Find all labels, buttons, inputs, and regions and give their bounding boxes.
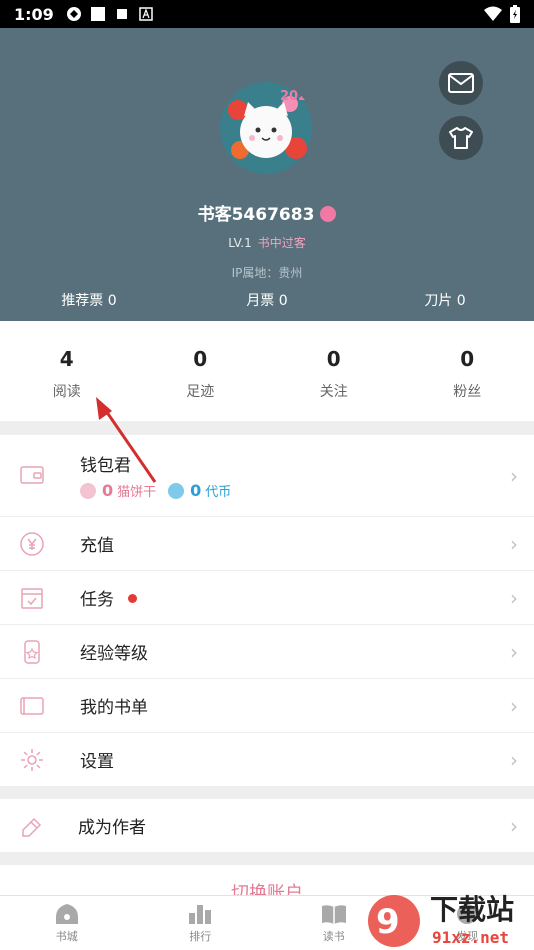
level-text: LV.1 xyxy=(228,236,252,250)
stat-label: 阅读 xyxy=(52,384,81,400)
cat-avatar-icon: 2025 xyxy=(220,82,314,174)
level-title: 书中过客 xyxy=(257,236,306,250)
ranking-icon xyxy=(189,904,212,924)
envelope-icon xyxy=(448,73,474,93)
gear-icon xyxy=(21,748,43,771)
chevron-right-icon: › xyxy=(510,463,518,488)
bookstore-icon xyxy=(55,903,78,924)
coin-icon xyxy=(168,482,185,499)
wallet-balances: 0 猫饼干 0 代币 xyxy=(80,481,231,500)
stats-bar: 4 阅读 0 足迹 0 关注 0 粉丝 xyxy=(0,321,534,421)
chevron-right-icon: › xyxy=(510,585,518,610)
my-booklist-label: 我的书单 xyxy=(80,698,148,718)
booklist-icon xyxy=(20,696,44,715)
square-notification-icon xyxy=(90,7,105,21)
chevron-right-icon: › xyxy=(510,693,518,718)
cat-cookie-label: 猫饼干 xyxy=(117,485,157,500)
wifi-icon xyxy=(484,6,502,21)
stat-value: 0 xyxy=(460,347,475,371)
stat-footprint[interactable]: 0 足迹 xyxy=(134,321,268,421)
menu-group-author: 成为作者 › xyxy=(0,799,534,853)
tasks-row[interactable]: 任务 › xyxy=(0,571,534,625)
task-calendar-icon xyxy=(21,587,43,609)
app-notification-icon xyxy=(66,7,81,21)
monthly-ticket[interactable]: 月票 0 xyxy=(178,290,356,310)
stat-label: 关注 xyxy=(319,384,348,400)
stat-value: 0 xyxy=(326,347,341,371)
wallet-icon xyxy=(20,466,44,484)
username-text: 书客5467683 xyxy=(197,205,315,225)
watermark-logo-icon: 9 下载站 91xz.net xyxy=(368,893,514,947)
tshirt-icon xyxy=(449,127,473,149)
female-icon xyxy=(320,206,337,222)
username: 书客5467683 xyxy=(0,200,534,225)
recharge-label: 充值 xyxy=(80,536,114,556)
medal-icon xyxy=(24,639,40,664)
chevron-right-icon: › xyxy=(510,639,518,664)
avatar[interactable]: 2025 xyxy=(218,80,314,176)
recommend-ticket[interactable]: 推荐票 0 xyxy=(0,290,178,310)
stat-fans[interactable]: 0 粉丝 xyxy=(401,321,534,421)
tab-label: 排行 xyxy=(189,929,212,943)
status-bar: 1:09 xyxy=(0,0,534,28)
chevron-right-icon: › xyxy=(510,531,518,556)
ticket-row: 推荐票 0 月票 0 刀片 0 xyxy=(0,290,534,310)
tasks-label: 任务 xyxy=(80,585,137,610)
become-author-row[interactable]: 成为作者 › xyxy=(0,799,534,853)
wallet-row[interactable]: 钱包君 0 猫饼干 0 代币 › xyxy=(0,435,534,517)
cat-cookie-value: 0 xyxy=(102,481,114,500)
exp-level-row[interactable]: 经验等级 › xyxy=(0,625,534,679)
wallet-title: 钱包君 xyxy=(80,456,131,476)
cat-cookie-icon xyxy=(80,482,96,499)
book-icon xyxy=(321,904,346,924)
tab-label: 书城 xyxy=(55,929,78,943)
recharge-row[interactable]: 充值 › xyxy=(0,517,534,571)
status-time: 1:09 xyxy=(14,4,54,24)
tab-label: 读书 xyxy=(322,929,345,943)
become-author-label: 成为作者 xyxy=(78,818,146,838)
menu-group-main: 钱包君 0 猫饼干 0 代币 › 充值 › 任务 › 经验等级 › 我的书单 ›… xyxy=(0,435,534,787)
my-booklist-row[interactable]: 我的书单 › xyxy=(0,679,534,733)
stat-read[interactable]: 4 阅读 xyxy=(0,321,134,421)
profile-header: 2025 书客5467683 LV.1 书中过客 IP属地：贵州 推荐票 0 月票… xyxy=(0,28,534,321)
exp-level-label: 经验等级 xyxy=(80,644,148,664)
chevron-right-icon: › xyxy=(510,747,518,772)
dress-up-button[interactable] xyxy=(439,116,483,160)
tab-bookstore[interactable]: 书城 xyxy=(0,896,134,950)
watermark-logo: 9 下载站 91xz.net xyxy=(360,885,534,950)
a-notification-icon xyxy=(139,7,153,21)
coin-label: 代币 xyxy=(205,485,232,500)
pencil-icon xyxy=(22,817,42,837)
battery-icon xyxy=(510,5,520,23)
stat-label: 粉丝 xyxy=(453,384,482,400)
stat-label: 足迹 xyxy=(186,384,215,400)
blade-ticket[interactable]: 刀片 0 xyxy=(356,290,534,310)
small-square-notification-icon xyxy=(116,9,127,19)
yen-coin-icon xyxy=(20,531,44,556)
stat-value: 0 xyxy=(193,347,208,371)
stat-value: 4 xyxy=(59,347,74,371)
svg-text:9: 9 xyxy=(376,902,400,942)
svg-text:2025: 2025 xyxy=(280,89,314,104)
red-dot-badge xyxy=(128,594,137,603)
level-info: LV.1 书中过客 xyxy=(0,234,534,251)
message-button[interactable] xyxy=(439,61,483,105)
ip-location: IP属地：贵州 xyxy=(231,266,303,280)
tab-ranking[interactable]: 排行 xyxy=(134,896,268,950)
settings-label: 设置 xyxy=(80,752,114,772)
stat-following[interactable]: 0 关注 xyxy=(267,321,401,421)
settings-row[interactable]: 设置 › xyxy=(0,733,534,787)
watermark-text: 下载站 xyxy=(430,893,514,926)
tasks-text: 任务 xyxy=(80,590,114,610)
chevron-right-icon: › xyxy=(510,813,518,838)
coin-value: 0 xyxy=(190,481,202,500)
watermark-domain: 91xz.net xyxy=(432,928,509,947)
